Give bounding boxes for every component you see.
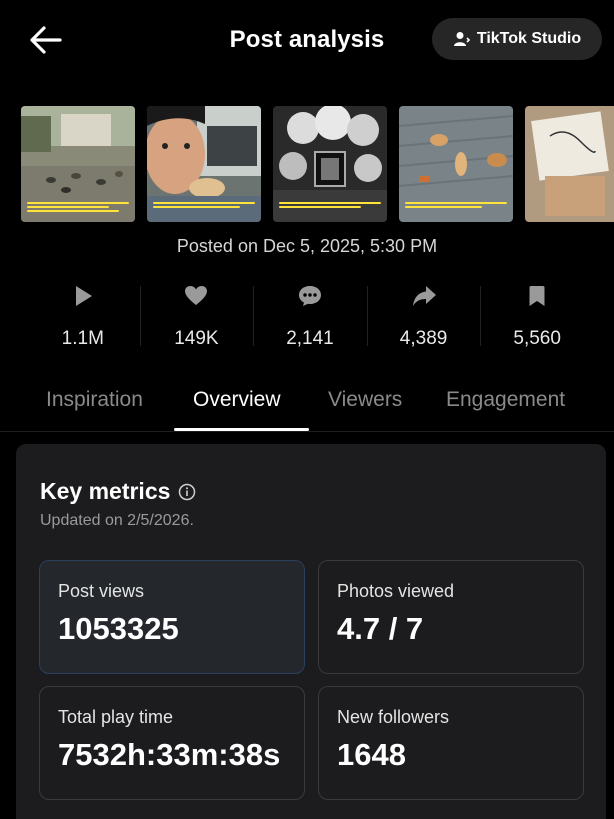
metric-label: Photos viewed: [337, 581, 455, 601]
tab-inspiration[interactable]: Inspiration: [46, 388, 143, 412]
metric-new-followers[interactable]: New followers 1648: [318, 686, 584, 800]
metric-post-views[interactable]: Post views 1053325: [39, 560, 305, 674]
stat-value: 4,389: [399, 328, 448, 349]
back-arrow-icon[interactable]: [26, 22, 66, 58]
posted-date: Posted on Dec 5, 2025, 5:30 PM: [176, 236, 438, 256]
share-icon: [410, 282, 438, 310]
metric-label: Post views: [58, 581, 145, 601]
person-icon: [453, 32, 470, 46]
stat-comments: 2,141: [253, 282, 367, 356]
tab-viewers[interactable]: Viewers: [328, 388, 402, 412]
key-metrics-heading: Key metrics: [40, 478, 196, 505]
stat-views: 1.1M: [26, 282, 140, 356]
stat-saves: 5,560: [480, 282, 594, 356]
key-metrics-card: Key metrics Updated on 2/5/2026. Post vi…: [16, 444, 606, 819]
metric-value: 7532h:33m:38s: [58, 737, 281, 772]
metric-total-play-time[interactable]: Total play time 7532h:33m:38s: [39, 686, 305, 800]
stats-row: 1.1M 149K 2,141 4,389 5,560: [26, 282, 594, 356]
tiktok-studio-button[interactable]: TikTok Studio: [432, 18, 602, 60]
comment-icon: [296, 282, 324, 310]
metric-value: 4.7 / 7: [337, 611, 424, 646]
stat-value: 2,141: [286, 328, 334, 349]
stat-shares: 4,389: [366, 282, 481, 356]
key-metrics-title: Key metrics: [40, 478, 171, 504]
stat-value: 149K: [174, 328, 219, 349]
stat-value: 1.1M: [61, 328, 104, 349]
tab-overview[interactable]: Overview: [193, 388, 281, 412]
bookmark-icon: [523, 282, 551, 310]
tiktok-studio-label: TikTok Studio: [476, 30, 582, 47]
header: Post analysis TikTok Studio: [0, 0, 614, 80]
street-cats-thumbnail[interactable]: [21, 106, 135, 222]
heart-icon: [182, 282, 210, 310]
info-icon[interactable]: [178, 483, 196, 501]
metric-value: 1648: [337, 737, 406, 772]
metric-label: Total play time: [58, 707, 174, 727]
active-tab-indicator: [174, 428, 309, 431]
stat-likes: 149K: [139, 282, 254, 356]
play-icon: [69, 282, 97, 310]
sketch-photo-thumbnail[interactable]: [525, 106, 614, 222]
metric-value: 1053325: [58, 611, 179, 646]
tab-bar: Inspiration Overview Viewers Engagement: [0, 378, 614, 432]
funeral-flowers-thumbnail[interactable]: [273, 106, 387, 222]
metric-label: New followers: [337, 707, 450, 727]
metric-photos-viewed[interactable]: Photos viewed 4.7 / 7: [318, 560, 584, 674]
tab-engagement[interactable]: Engagement: [446, 388, 565, 412]
photo-carousel[interactable]: [21, 106, 614, 222]
boy-selfie-thumbnail[interactable]: [147, 106, 261, 222]
stat-value: 5,560: [513, 328, 561, 349]
updated-date: Updated on 2/5/2026.: [40, 512, 194, 529]
cats-on-deck-thumbnail[interactable]: [399, 106, 513, 222]
